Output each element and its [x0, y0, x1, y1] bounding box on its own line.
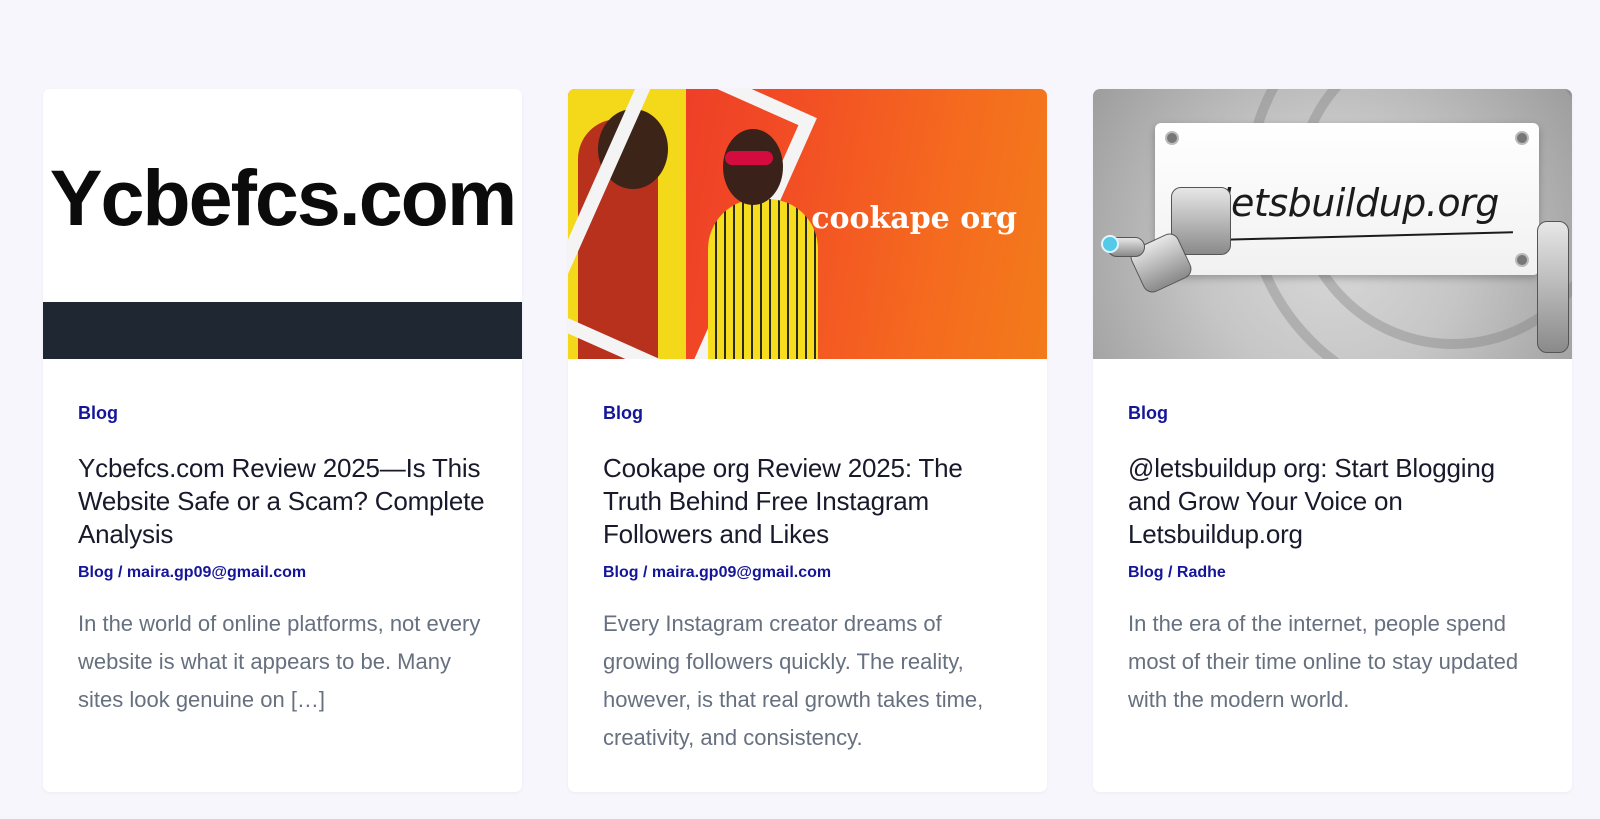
post-title[interactable]: Ycbefcs.com Review 2025—Is This Website … [78, 452, 487, 551]
post-meta: Blog / maira.gp09@gmail.com [78, 565, 487, 581]
author-link[interactable]: maira.gp09@gmail.com [652, 564, 831, 581]
post-title[interactable]: @letsbuildup org: Start Blogging and Gro… [1128, 452, 1537, 551]
card-body: Blog @letsbuildup org: Start Blogging an… [1093, 359, 1572, 719]
post-card: letsbuildup.org Blog @letsbuildup org: S… [1093, 89, 1572, 792]
meta-category-link[interactable]: Blog [1128, 564, 1164, 581]
post-thumbnail[interactable]: cookape org [568, 89, 1047, 359]
thumbnail-person-right-head [723, 129, 783, 205]
meta-category-link[interactable]: Blog [78, 564, 114, 581]
screw-icon [1515, 131, 1529, 145]
card-body: Blog Ycbefcs.com Review 2025—Is This Web… [43, 359, 522, 719]
card-body: Blog Cookape org Review 2025: The Truth … [568, 359, 1047, 757]
category-link[interactable]: Blog [1128, 404, 1168, 422]
post-excerpt: In the world of online platforms, not ev… [78, 611, 481, 712]
post-title[interactable]: Cookape org Review 2025: The Truth Behin… [603, 452, 1012, 551]
meta-separator: / [1163, 564, 1177, 581]
category-link[interactable]: Blog [603, 404, 643, 422]
thumbnail-text: letsbuildup.org [1221, 181, 1499, 225]
category-link[interactable]: Blog [78, 404, 118, 422]
post-meta: Blog / Radhe [1128, 565, 1537, 581]
meta-separator: / [638, 564, 652, 581]
thumbnail-bar [43, 302, 522, 359]
thumbnail-text: Ycbefcs.com [49, 153, 517, 242]
author-link[interactable]: Radhe [1177, 564, 1226, 581]
post-thumbnail[interactable]: Ycbefcs.com [43, 89, 522, 359]
screw-icon [1165, 131, 1179, 145]
post-meta: Blog / maira.gp09@gmail.com [603, 565, 1012, 581]
screw-icon [1515, 253, 1529, 267]
thumbnail-text: cookape org [811, 201, 1017, 236]
robot-arm-tip [1101, 235, 1119, 253]
meta-separator: / [113, 564, 127, 581]
post-thumbnail[interactable]: letsbuildup.org [1093, 89, 1572, 359]
post-excerpt: In the era of the internet, people spend… [1128, 611, 1519, 712]
thumbnail-person-right [708, 199, 818, 359]
robot-arm-right [1537, 221, 1569, 353]
post-grid: Ycbefcs.com Blog Ycbefcs.com Review 2025… [43, 89, 1572, 792]
post-card: cookape org Blog Cookape org Review 2025… [568, 89, 1047, 792]
meta-category-link[interactable]: Blog [603, 564, 639, 581]
author-link[interactable]: maira.gp09@gmail.com [127, 564, 306, 581]
post-card: Ycbefcs.com Blog Ycbefcs.com Review 2025… [43, 89, 522, 792]
thumbnail-sunglasses [725, 151, 773, 165]
post-excerpt: Every Instagram creator dreams of growin… [603, 611, 984, 750]
